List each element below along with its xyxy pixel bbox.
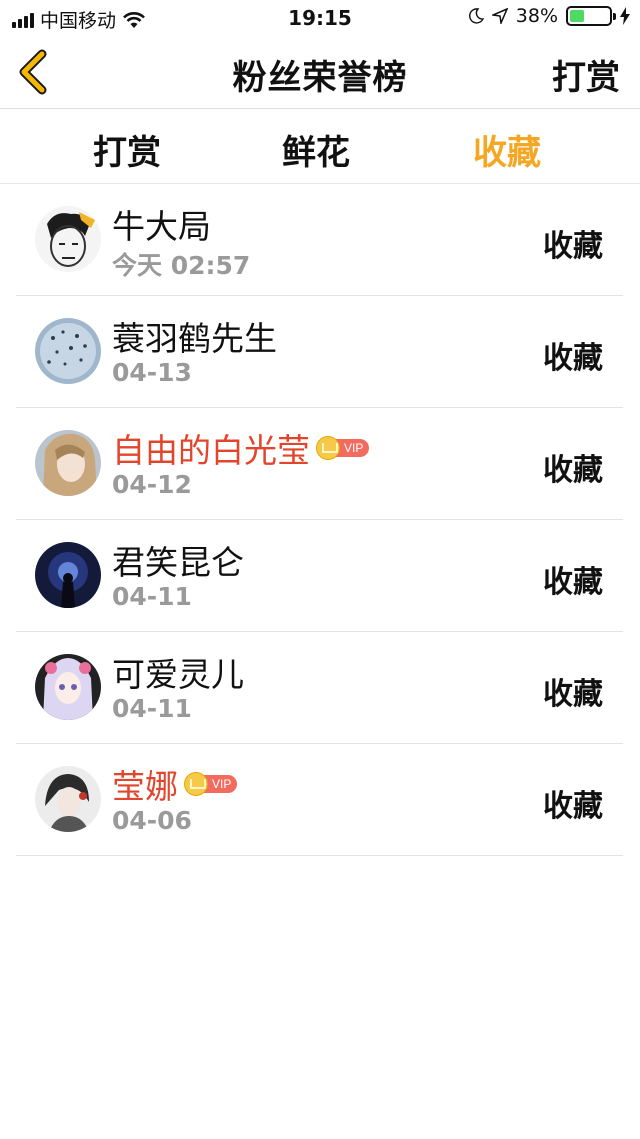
list-item[interactable]: 可爱灵儿 04-11 收藏 xyxy=(16,632,623,744)
fan-name: 可爱灵儿 xyxy=(112,655,244,694)
charging-bolt-icon xyxy=(620,7,630,25)
fan-date: 今天 02:57 xyxy=(112,251,251,280)
avatar xyxy=(35,430,101,496)
fan-date: 04-13 xyxy=(112,358,192,387)
fan-name: 牛大局 xyxy=(112,207,211,246)
battery-percent: 38% xyxy=(515,5,558,27)
favorite-label: 收藏 xyxy=(543,677,603,712)
list-item[interactable]: 自由的白光莹 VIP 04-12 收藏 xyxy=(16,408,623,520)
fan-list: 牛大局 今天 02:57 收藏 蓑羽鹤先生 04-13 收藏 自由的白光莹 VI… xyxy=(16,184,623,856)
tab-bar: 打赏 鲜花 收藏 xyxy=(0,109,640,184)
fan-date: 04-11 xyxy=(112,582,192,611)
favorite-label: 收藏 xyxy=(543,453,603,488)
vip-badge: VIP xyxy=(316,436,370,460)
favorite-label: 收藏 xyxy=(543,341,603,376)
favorite-label: 收藏 xyxy=(543,565,603,600)
status-right: 38% xyxy=(468,5,630,27)
fan-name: 君笑昆仑 xyxy=(112,543,244,582)
fan-date: 04-06 xyxy=(112,806,192,835)
fan-name: 自由的白光莹 xyxy=(112,431,310,470)
crown-icon xyxy=(316,436,340,460)
fan-date: 04-12 xyxy=(112,470,192,499)
crown-icon xyxy=(184,772,208,796)
fan-name: 蓑羽鹤先生 xyxy=(112,319,277,358)
list-item[interactable]: 蓑羽鹤先生 04-13 收藏 xyxy=(16,296,623,408)
battery-icon xyxy=(566,6,616,26)
tab-flowers[interactable]: 鲜花 xyxy=(282,125,350,174)
list-item[interactable]: 牛大局 今天 02:57 收藏 xyxy=(16,184,623,296)
list-item[interactable]: 莹娜 VIP 04-06 收藏 xyxy=(16,744,623,856)
reward-button[interactable]: 打赏 xyxy=(552,50,620,99)
avatar xyxy=(35,654,101,720)
list-item[interactable]: 君笑昆仑 04-11 收藏 xyxy=(16,520,623,632)
nav-bar: 粉丝荣誉榜 打赏 xyxy=(0,36,640,109)
moon-icon xyxy=(468,8,484,24)
fan-name: 莹娜 xyxy=(112,767,178,806)
vip-badge: VIP xyxy=(184,772,238,796)
page-title: 粉丝荣誉榜 xyxy=(232,58,408,98)
location-arrow-icon xyxy=(491,8,508,24)
status-bar: 中国移动 19:15 38% xyxy=(0,0,640,36)
favorite-label: 收藏 xyxy=(543,789,603,824)
tab-reward[interactable]: 打赏 xyxy=(93,125,161,174)
avatar xyxy=(35,318,101,384)
avatar xyxy=(35,206,101,272)
avatar xyxy=(35,542,101,608)
fan-date: 04-11 xyxy=(112,694,192,723)
tab-favorites[interactable]: 收藏 xyxy=(473,125,541,174)
favorite-label: 收藏 xyxy=(543,229,603,264)
avatar xyxy=(35,766,101,832)
